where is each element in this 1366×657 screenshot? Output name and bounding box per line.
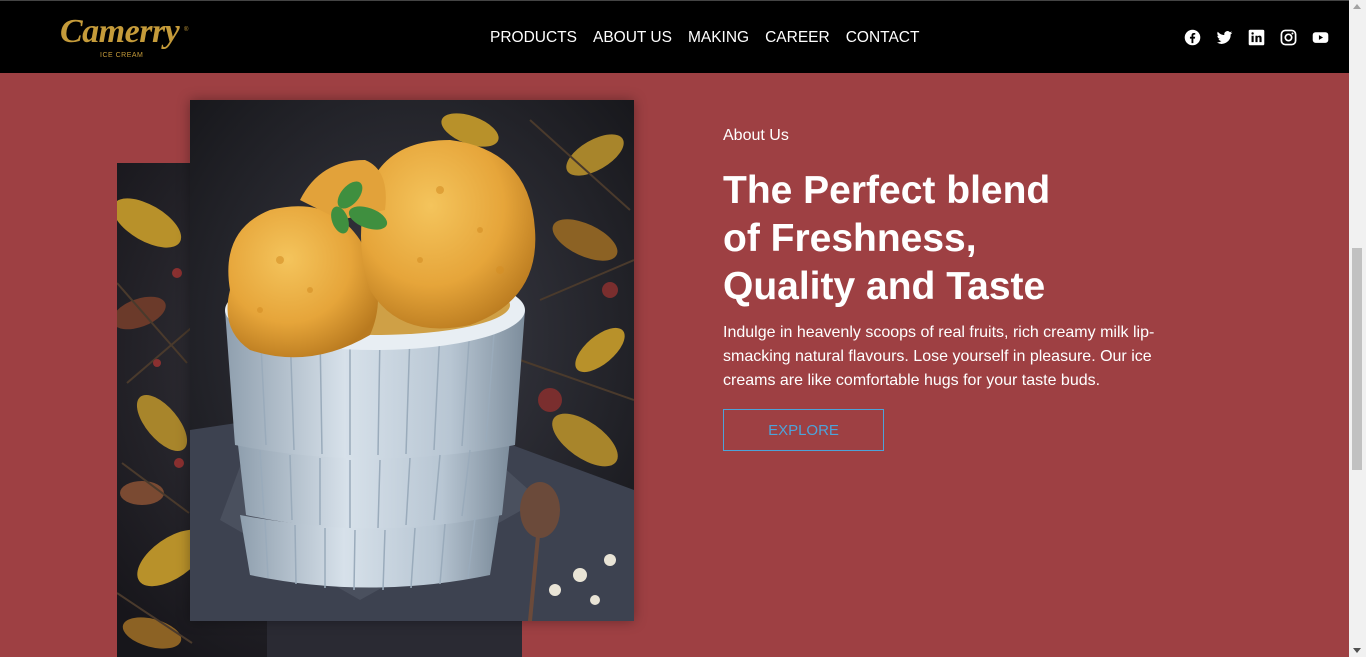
brand-tagline: ICE CREAM	[100, 52, 144, 59]
nav-item-about-us[interactable]: ABOUT US	[593, 29, 672, 47]
scroll-up-arrow-icon[interactable]	[1353, 4, 1361, 9]
section-label: About Us	[723, 127, 789, 144]
nav-item-career[interactable]: CAREER	[765, 29, 830, 47]
brand-trademark: ®	[184, 27, 189, 33]
explore-button[interactable]: EXPLORE	[723, 409, 884, 451]
about-heading: The Perfect blend of Freshness, Quality …	[723, 169, 1051, 308]
vertical-scrollbar[interactable]	[1349, 0, 1366, 657]
linkedin-icon[interactable]	[1248, 29, 1265, 46]
ice-cream-photo	[190, 100, 634, 621]
nav-item-making[interactable]: MAKING	[688, 29, 749, 47]
about-description: Indulge in heavenly scoops of real fruit…	[723, 324, 1155, 389]
navbar: Camerry ® ICE CREAM PRODUCTS ABOUT US MA…	[0, 0, 1349, 73]
brand-name: Camerry	[60, 13, 180, 50]
main-nav: PRODUCTS ABOUT US MAKING CAREER CONTACT	[490, 29, 919, 47]
scroll-thumb[interactable]	[1352, 248, 1362, 470]
brand-logo[interactable]: Camerry ® ICE CREAM	[60, 13, 190, 63]
scroll-down-arrow-icon[interactable]	[1353, 648, 1361, 653]
nav-item-products[interactable]: PRODUCTS	[490, 29, 577, 47]
nav-item-contact[interactable]: CONTACT	[846, 29, 920, 47]
youtube-icon[interactable]	[1312, 29, 1329, 46]
about-section: About Us The Perfect blend of Freshness,…	[723, 127, 1193, 451]
facebook-icon[interactable]	[1184, 29, 1201, 46]
twitter-icon[interactable]	[1216, 29, 1233, 46]
social-links	[1184, 29, 1329, 46]
instagram-icon[interactable]	[1280, 29, 1297, 46]
